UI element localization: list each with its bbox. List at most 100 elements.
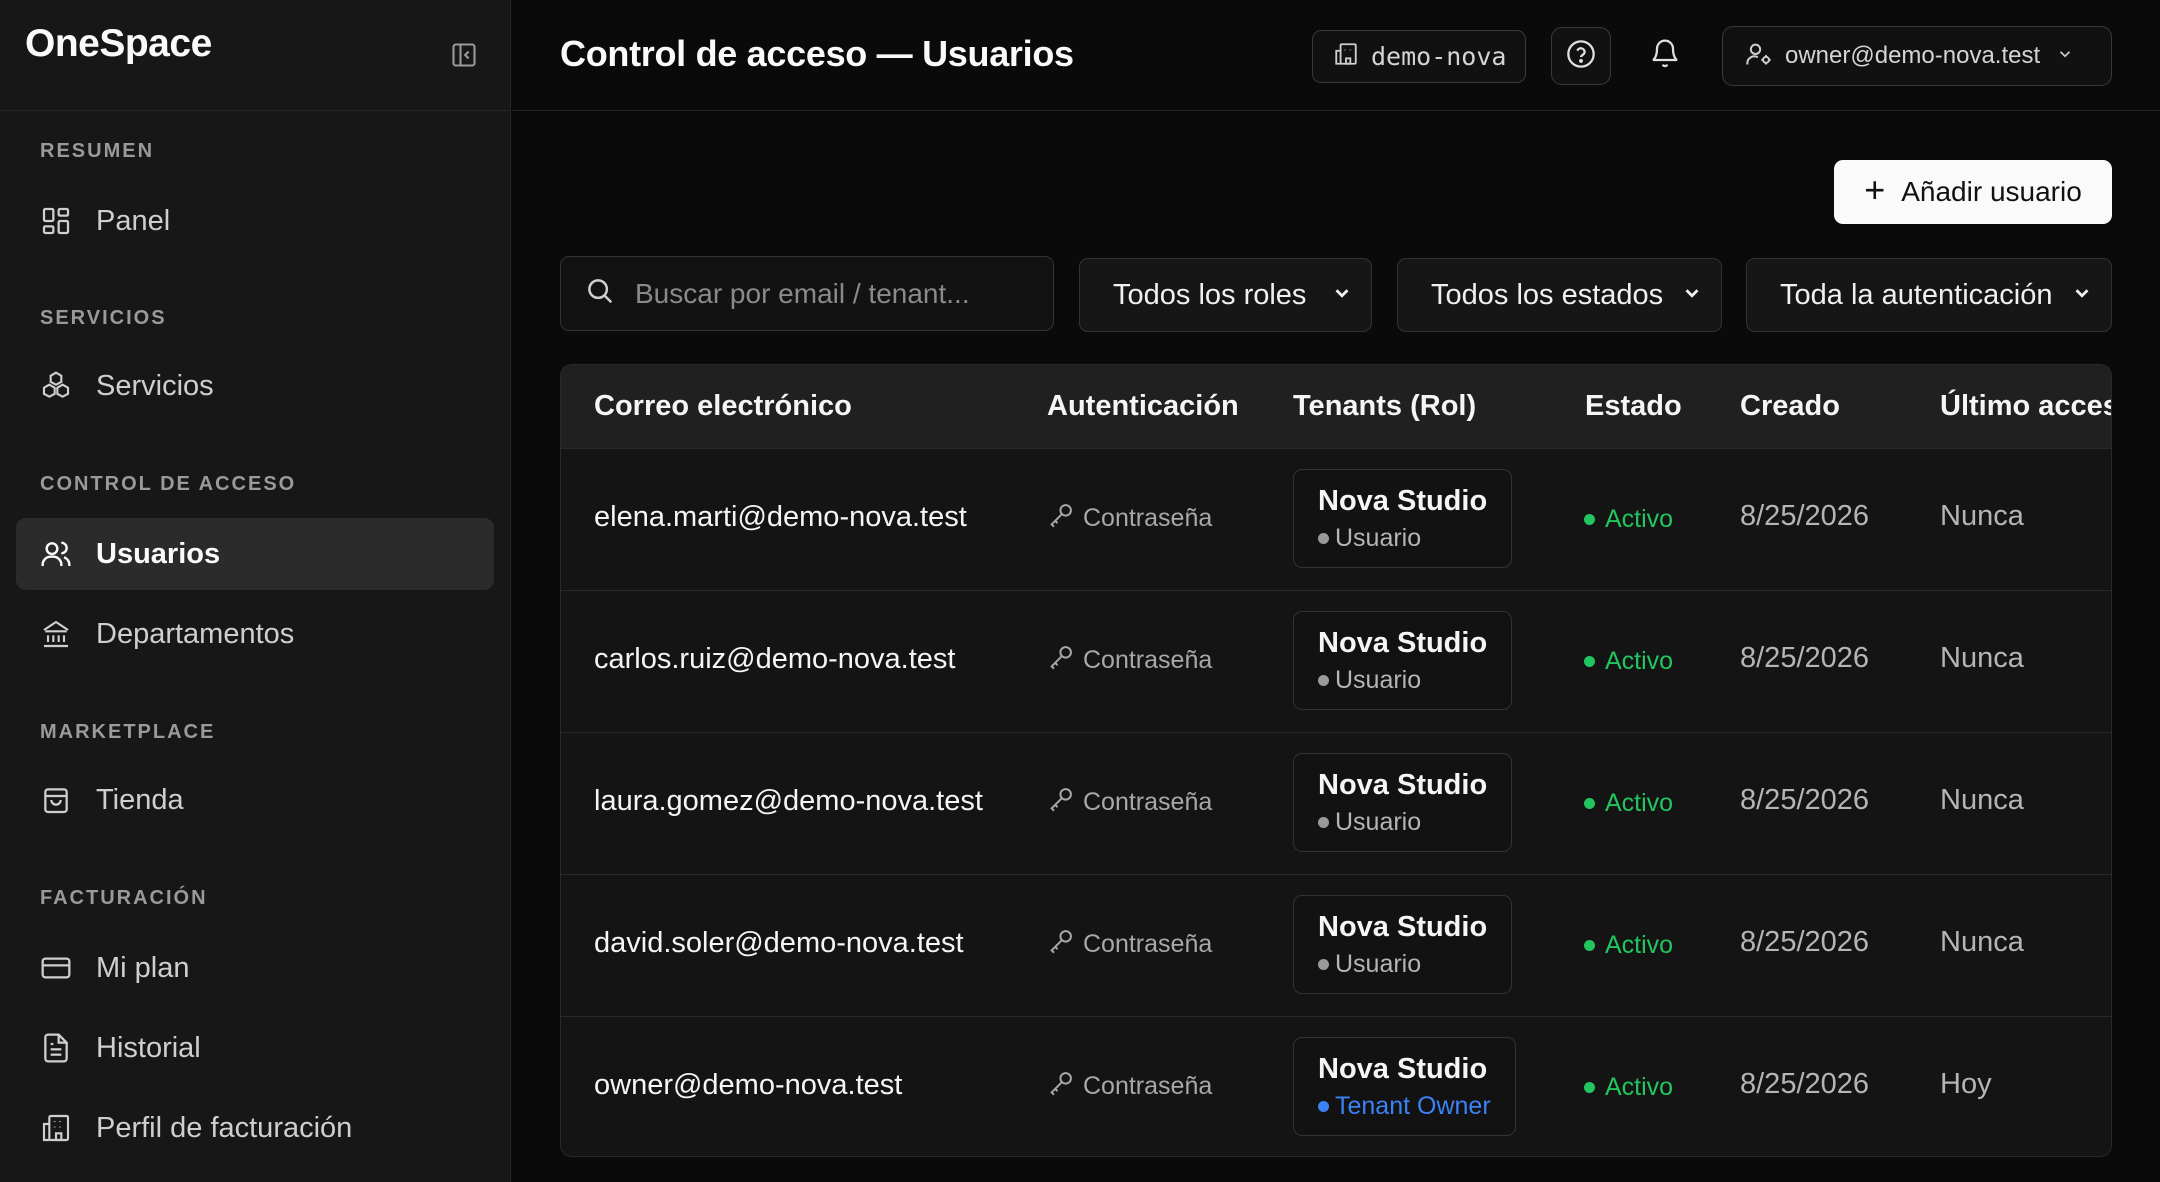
sidebar-item-historial[interactable]: Historial bbox=[16, 1012, 494, 1084]
last-access: Nunca bbox=[1940, 642, 2024, 674]
tenant-role-badge[interactable]: Nova Studio Tenant Owner bbox=[1293, 1037, 1516, 1136]
add-user-button[interactable]: + Añadir usuario bbox=[1834, 160, 2112, 224]
user-email-cell[interactable]: david.soler@demo-nova.test bbox=[594, 927, 964, 960]
dashboard-icon bbox=[40, 205, 72, 237]
user-email-cell[interactable]: carlos.ruiz@demo-nova.test bbox=[594, 643, 955, 676]
chevron-down-icon bbox=[1681, 282, 1703, 309]
tenant-role-badge[interactable]: Nova Studio Usuario bbox=[1293, 611, 1513, 710]
column-header-email[interactable]: Correo electrónico bbox=[594, 390, 852, 423]
created-date: 8/25/2026 bbox=[1740, 784, 1870, 816]
shopping-bag-icon bbox=[40, 784, 72, 816]
sidebar-item-label: Servicios bbox=[96, 369, 214, 402]
role-text: Tenant Owner bbox=[1335, 1092, 1491, 1120]
column-header-auth[interactable]: Autenticación bbox=[1047, 390, 1239, 423]
status-dot bbox=[1584, 656, 1595, 667]
tenant-name: demo-nova bbox=[1371, 42, 1507, 71]
help-icon bbox=[1565, 38, 1597, 75]
sidebar-item-perfil-facturacion[interactable]: Perfil de facturación bbox=[16, 1092, 494, 1164]
tenant-name: Nova Studio bbox=[1318, 485, 1488, 517]
role-label: Usuario bbox=[1318, 524, 1487, 553]
auth-method-label: Contraseña bbox=[1083, 646, 1213, 674]
add-user-label: Añadir usuario bbox=[1901, 176, 2082, 207]
auth-method-label: Contraseña bbox=[1083, 1072, 1213, 1100]
status-text: Activo bbox=[1605, 931, 1674, 959]
status-text: Activo bbox=[1605, 1073, 1674, 1101]
auth-method-cell: Contraseña bbox=[1047, 643, 1212, 678]
help-button[interactable] bbox=[1551, 27, 1611, 85]
status-dot bbox=[1584, 1082, 1595, 1093]
sidebar-item-panel[interactable]: Panel bbox=[16, 185, 494, 257]
building-icon bbox=[1333, 41, 1359, 72]
section-title-facturacion: FACTURACIÓN bbox=[40, 887, 208, 909]
tenant-role-badge[interactable]: Nova Studio Usuario bbox=[1293, 753, 1513, 852]
search-icon bbox=[585, 276, 615, 311]
role-dot bbox=[1318, 533, 1329, 544]
sidebar-item-departamentos[interactable]: Departamentos bbox=[16, 598, 494, 670]
sidebar-item-label: Panel bbox=[96, 204, 171, 237]
status-dot bbox=[1584, 940, 1595, 951]
building-icon bbox=[40, 1112, 72, 1144]
table-row[interactable]: david.soler@demo-nova.test Contraseña No… bbox=[561, 874, 2111, 1016]
auth-method-cell: Contraseña bbox=[1047, 785, 1212, 820]
auth-method-label: Contraseña bbox=[1083, 504, 1213, 532]
status-text: Activo bbox=[1605, 789, 1674, 817]
sidebar-item-label: Tienda bbox=[96, 783, 184, 816]
column-header-tenants[interactable]: Tenants (Rol) bbox=[1293, 390, 1476, 423]
status-text: Activo bbox=[1605, 647, 1674, 675]
section-title-servicios: SERVICIOS bbox=[40, 307, 167, 329]
roles-filter-value: Todos los roles bbox=[1113, 278, 1307, 311]
role-label: Usuario bbox=[1318, 808, 1487, 837]
user-email-cell[interactable]: owner@demo-nova.test bbox=[594, 1069, 902, 1102]
sidebar-item-usuarios[interactable]: Usuarios bbox=[16, 518, 494, 590]
notifications-button[interactable] bbox=[1645, 36, 1685, 76]
role-text: Usuario bbox=[1335, 524, 1422, 552]
role-label: Usuario bbox=[1318, 666, 1487, 695]
sidebar-item-mi-plan[interactable]: Mi plan bbox=[16, 932, 494, 1004]
sidebar-item-label: Usuarios bbox=[96, 537, 221, 570]
role-label: Tenant Owner bbox=[1318, 1092, 1491, 1121]
user-email-cell[interactable]: elena.marti@demo-nova.test bbox=[594, 501, 967, 534]
sidebar-item-tienda[interactable]: Tienda bbox=[16, 764, 494, 836]
role-dot bbox=[1318, 817, 1329, 828]
created-date: 8/25/2026 bbox=[1740, 1068, 1870, 1100]
last-access: Nunca bbox=[1940, 784, 2024, 816]
column-header-created[interactable]: Creado bbox=[1740, 390, 1840, 423]
table-row[interactable]: elena.marti@demo-nova.test Contraseña No… bbox=[561, 448, 2111, 590]
user-menu[interactable]: owner@demo-nova.test bbox=[1722, 26, 2112, 86]
tenant-name: Nova Studio bbox=[1318, 1053, 1488, 1085]
created-date: 8/25/2026 bbox=[1740, 926, 1870, 958]
status-text: Activo bbox=[1605, 505, 1674, 533]
sidebar-collapse-icon[interactable] bbox=[450, 41, 478, 69]
role-text: Usuario bbox=[1335, 808, 1422, 836]
user-email-cell[interactable]: laura.gomez@demo-nova.test bbox=[594, 785, 983, 818]
auth-method-label: Contraseña bbox=[1083, 788, 1213, 816]
roles-filter[interactable]: Todos los roles bbox=[1079, 258, 1372, 332]
table-row[interactable]: owner@demo-nova.test Contraseña Nova Stu… bbox=[561, 1016, 2111, 1156]
tenant-selector[interactable]: demo-nova bbox=[1312, 30, 1526, 83]
sidebar-item-servicios[interactable]: Servicios bbox=[16, 350, 494, 422]
table-row[interactable]: laura.gomez@demo-nova.test Contraseña No… bbox=[561, 732, 2111, 874]
user-cog-icon bbox=[1745, 40, 1773, 73]
auth-filter[interactable]: Toda la autenticación bbox=[1746, 258, 2112, 332]
key-icon bbox=[1047, 785, 1083, 820]
role-text: Usuario bbox=[1335, 666, 1422, 694]
boxes-icon bbox=[40, 370, 72, 402]
page-title: Control de acceso — Usuarios bbox=[560, 33, 1074, 74]
tenant-role-badge[interactable]: Nova Studio Usuario bbox=[1293, 469, 1513, 568]
key-icon bbox=[1047, 643, 1083, 678]
column-header-last-access[interactable]: Último acceso bbox=[1940, 390, 2111, 423]
section-title-control-acceso: CONTROL DE ACCESO bbox=[40, 473, 297, 495]
search-input[interactable] bbox=[635, 277, 1035, 310]
tenant-role-badge[interactable]: Nova Studio Usuario bbox=[1293, 895, 1513, 994]
states-filter[interactable]: Todos los estados bbox=[1397, 258, 1722, 332]
table-row[interactable]: carlos.ruiz@demo-nova.test Contraseña No… bbox=[561, 590, 2111, 732]
sidebar-item-label: Perfil de facturación bbox=[96, 1111, 353, 1144]
column-header-status[interactable]: Estado bbox=[1585, 390, 1682, 423]
sidebar-item-label: Historial bbox=[96, 1031, 201, 1064]
brand-bar: OneSpace bbox=[0, 0, 510, 111]
sidebar: OneSpace RESUMEN Panel SERVICIOS Servici… bbox=[0, 0, 511, 1182]
role-dot bbox=[1318, 1101, 1329, 1112]
chevron-down-icon bbox=[2071, 282, 2093, 309]
status-badge: Activo bbox=[1584, 647, 1673, 676]
status-badge: Activo bbox=[1584, 789, 1673, 818]
